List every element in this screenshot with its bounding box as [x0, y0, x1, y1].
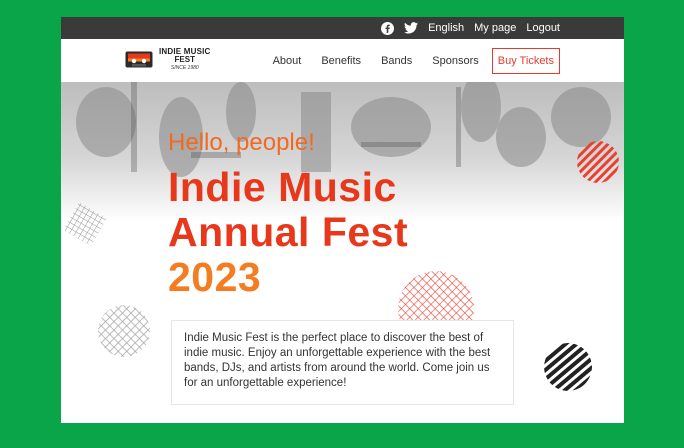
facebook-icon[interactable] [380, 21, 394, 35]
hero-greeting: Hello, people! [168, 129, 315, 156]
hero-section: Hello, people! Indie Music Annual Fest 2… [61, 82, 624, 423]
logo-line2: FEST [174, 55, 195, 64]
hero-title-line1: Indie Music [168, 164, 397, 210]
twitter-icon[interactable] [404, 21, 419, 35]
nav-about[interactable]: About [263, 55, 312, 67]
browser-window: English My page Logout INDIE MUSIC FEST … [61, 17, 624, 423]
buy-tickets-button[interactable]: Buy Tickets [491, 48, 560, 74]
dark-striped-circle-decoration [544, 343, 592, 391]
grey-checkered-circle-decoration [98, 305, 150, 357]
hero-title: Indie Music Annual Fest 2023 [168, 165, 408, 300]
hero-title-line2: Annual Fest [168, 209, 409, 255]
nav-bands[interactable]: Bands [371, 55, 422, 67]
main-navbar: INDIE MUSIC FEST SINCE 1980 About Benefi… [61, 39, 624, 83]
nav-links: About Benefits Bands Sponsors Buy Ticket… [263, 48, 560, 74]
nav-sponsors[interactable]: Sponsors [422, 55, 488, 67]
logo-tagline: SINCE 1980 [170, 65, 199, 71]
hero-title-year: 2023 [168, 254, 262, 300]
site-logo[interactable]: INDIE MUSIC FEST SINCE 1980 [125, 48, 211, 71]
red-striped-circle-decoration [577, 141, 619, 183]
mypage-link[interactable]: My page [474, 22, 516, 34]
grey-grid-square-decoration [63, 202, 107, 246]
logo-text: INDIE MUSIC FEST SINCE 1980 [159, 48, 211, 71]
hero-description: Indie Music Fest is the perfect place to… [171, 320, 514, 405]
logout-link[interactable]: Logout [526, 22, 560, 34]
nav-benefits[interactable]: Benefits [311, 55, 371, 67]
language-link[interactable]: English [428, 22, 464, 34]
top-bar: English My page Logout [61, 17, 624, 39]
cassette-icon [125, 51, 153, 68]
